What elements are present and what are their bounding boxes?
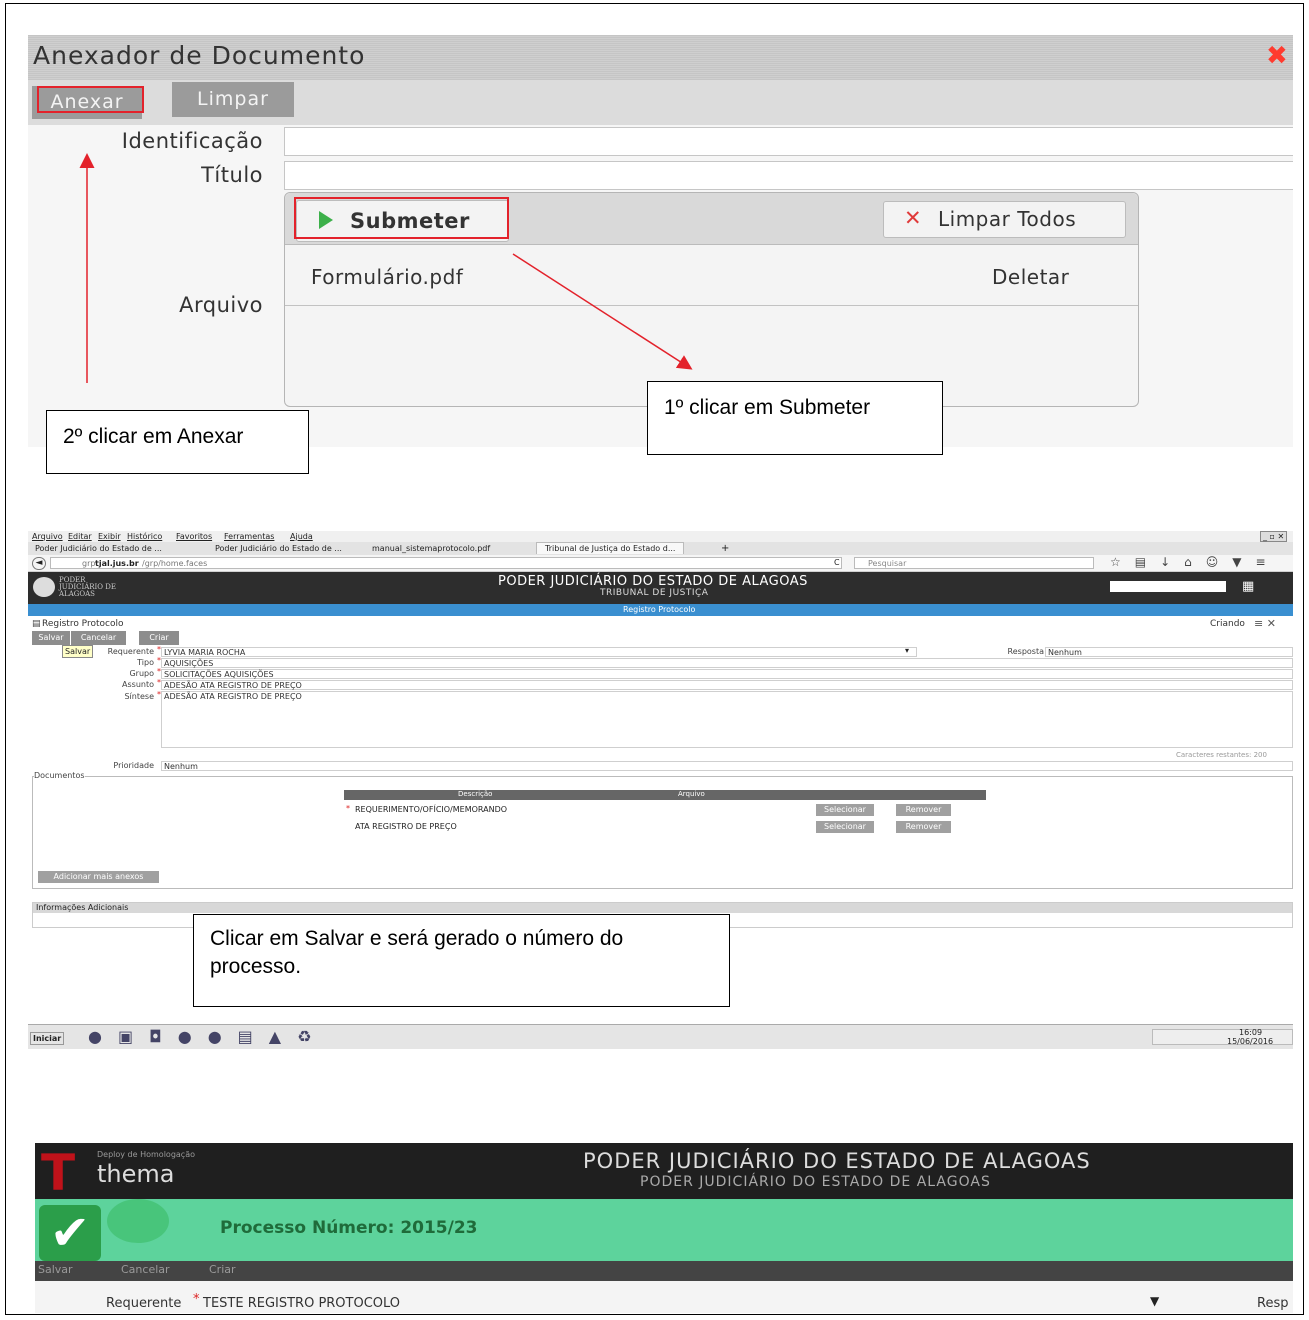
result-requerente-value[interactable]: TESTE REGISTRO PROTOCOLO — [203, 1296, 400, 1311]
result-message: Processo Número: 2015/23 — [220, 1218, 478, 1238]
menu-favoritos[interactable]: Favoritos — [176, 532, 212, 541]
annotation-note-2: 2º clicar em Anexar — [46, 410, 309, 474]
deploy-label: Deploy de Homologação — [97, 1150, 195, 1159]
start-button[interactable]: Iniciar — [30, 1032, 65, 1045]
section-title: Registro Protocolo — [42, 619, 124, 629]
bar-title: Registro Protocolo — [623, 605, 696, 614]
clock-date: 15/06/2016 — [1227, 1037, 1274, 1046]
result-cancelar-button[interactable]: Cancelar — [121, 1263, 170, 1276]
tipo-label: Tipo — [137, 658, 154, 667]
new-tab-icon[interactable]: + — [721, 543, 729, 554]
window-controls-icon[interactable]: _ ▫ ✕ — [1260, 531, 1288, 542]
court-logo-icon — [33, 577, 55, 597]
toolbar-icons[interactable]: ☆▤↓⌂☺▼≡ — [1110, 555, 1280, 569]
doc-row-2-desc: ATA REGISTRO DE PREÇO — [355, 822, 457, 831]
menu-historico[interactable]: Histórico — [127, 532, 162, 541]
status-text: Criando — [1210, 619, 1245, 629]
reload-icon[interactable]: C — [834, 558, 840, 567]
menu-arquivo[interactable]: Arquivo — [32, 532, 63, 541]
required-mark: * — [346, 804, 350, 813]
thema-logo-icon: T — [41, 1144, 76, 1202]
doc-icon: ▤ — [32, 619, 41, 629]
decorative-check-icon — [107, 1199, 169, 1243]
apps-grid-icon[interactable]: ▦ — [1242, 579, 1254, 594]
chars-left: Caracteres restantes: 200 — [1176, 751, 1267, 759]
brand-name: thema — [97, 1160, 175, 1188]
required-mark: * — [193, 1292, 200, 1307]
blue-title-bar: Registro Protocolo — [28, 604, 1293, 616]
col-arquivo: Arquivo — [678, 790, 705, 798]
tipo-select[interactable]: AQUISIÇÕES — [161, 658, 1293, 668]
result-header-subtitle: PODER JUDICIÁRIO DO ESTADO DE ALAGOAS — [640, 1174, 991, 1190]
assunto-select[interactable]: ADESÃO ATA REGISTRO DE PREÇO — [161, 680, 1293, 690]
tab-3[interactable]: manual_sistemaprotocolo.pdf — [372, 544, 490, 553]
adicionar-anexos-button[interactable]: Adicionar mais anexos — [38, 871, 159, 883]
grupo-label: Grupo — [129, 669, 154, 678]
menu-exibir[interactable]: Exibir — [98, 532, 121, 541]
search-placeholder: Pesquisar — [868, 559, 907, 568]
header-subtitle: TRIBUNAL DE JUSTIÇA — [600, 588, 709, 598]
logo-text: PODER JUDICIÁRIO DE ALAGOAS — [59, 576, 116, 598]
dropdown-arrow-icon[interactable]: ▼ — [1150, 1294, 1159, 1308]
doc-row-2-remover[interactable]: Remover — [896, 821, 951, 833]
documentos-legend: Documentos — [34, 771, 85, 780]
menu-ajuda[interactable]: Ajuda — [290, 532, 313, 541]
annotation-note-1: 1º clicar em Submeter — [647, 381, 943, 455]
info-adicionais-header[interactable] — [33, 903, 1292, 913]
doc-row-1-selecionar[interactable]: Selecionar — [816, 804, 874, 816]
info-adicionais-label: Informações Adicionais — [36, 903, 129, 912]
menu-tools-icon[interactable]: ≡ ✕ — [1254, 617, 1276, 630]
result-criar-button[interactable]: Criar — [209, 1263, 236, 1276]
requerente-label: Requerente — [107, 647, 154, 656]
success-banner: ✔ Processo Número: 2015/23 — [35, 1199, 1293, 1261]
tab-1[interactable]: Poder Judiciário do Estado de ... — [35, 544, 162, 553]
salvar-button[interactable]: Salvar — [32, 631, 70, 645]
annotation-note-3: Clicar em Salvar e será gerado o número … — [193, 914, 730, 1007]
prioridade-select[interactable]: Nenhum — [161, 761, 1293, 771]
header-search-input[interactable] — [1110, 581, 1226, 592]
menu-bar: Arquivo Editar Exibir Histórico Favorito… — [28, 531, 1293, 542]
url-path: /grp/home.faces — [142, 559, 208, 568]
resposta-select[interactable]: Nenhum — [1045, 647, 1293, 657]
app-header: PODER JUDICIÁRIO DE ALAGOAS PODER JUDICI… — [28, 572, 1293, 604]
prioridade-label: Prioridade — [113, 761, 154, 770]
taskbar: Iniciar ●▣◘●●▤▲♻ 16:09 15/06/2016 — [28, 1024, 1293, 1049]
nav-bar: ◄ grp. tjal.jus.br /grp/home.faces C Pes… — [28, 555, 1293, 572]
doc-row-1-desc: REQUERIMENTO/OFÍCIO/MEMORANDO — [355, 805, 508, 814]
result-resposta-label: Resp — [1257, 1296, 1289, 1311]
sintese-textarea[interactable]: ADESÃO ATA REGISTRO DE PREÇO — [161, 691, 1293, 748]
assunto-label: Assunto — [122, 680, 154, 689]
result-header-title: PODER JUDICIÁRIO DO ESTADO DE ALAGOAS — [583, 1149, 1091, 1173]
back-icon[interactable]: ◄ — [32, 557, 46, 570]
tab-bar: Poder Judiciário do Estado de ... Poder … — [28, 542, 1293, 555]
doc-row-2-selecionar[interactable]: Selecionar — [816, 821, 874, 833]
thema-header: T Deploy de Homologação thema PODER JUDI… — [35, 1143, 1293, 1199]
doc-row-1-remover[interactable]: Remover — [896, 804, 951, 816]
result-screen: T Deploy de Homologação thema PODER JUDI… — [35, 1143, 1293, 1313]
tab-2[interactable]: Poder Judiciário do Estado de ... — [215, 544, 342, 553]
menu-ferramentas[interactable]: Ferramentas — [224, 532, 274, 541]
criar-button[interactable]: Criar — [139, 631, 179, 645]
dropdown-arrow-icon[interactable]: ▾ — [905, 646, 909, 655]
result-toolbar: Salvar Cancelar Criar — [35, 1261, 1293, 1281]
sintese-label: Síntese — [124, 692, 154, 701]
resposta-label: Resposta — [1007, 647, 1044, 656]
clock-time: 16:09 — [1239, 1028, 1263, 1037]
checkmark-icon: ✔ — [39, 1205, 101, 1261]
requerente-select[interactable]: LYVIA MARIA ROCHA — [161, 647, 917, 657]
result-salvar-button[interactable]: Salvar — [38, 1263, 73, 1276]
col-descricao: Descrição — [458, 790, 493, 798]
header-title: PODER JUDICIÁRIO DO ESTADO DE ALAGOAS — [498, 574, 808, 589]
result-requerente-label: Requerente — [106, 1296, 182, 1311]
menu-editar[interactable]: Editar — [68, 532, 92, 541]
grupo-select[interactable]: SOLICITAÇÕES AQUISIÇÕES — [161, 669, 1293, 679]
taskbar-app-icons[interactable]: ●▣◘●●▤▲♻ — [88, 1027, 327, 1046]
doc-table-header — [344, 790, 986, 800]
url-host: tjal.jus.br — [95, 559, 139, 568]
tab-4-active[interactable]: Tribunal de Justiça do Estado d... — [536, 542, 685, 554]
cancelar-button[interactable]: Cancelar — [71, 631, 126, 645]
